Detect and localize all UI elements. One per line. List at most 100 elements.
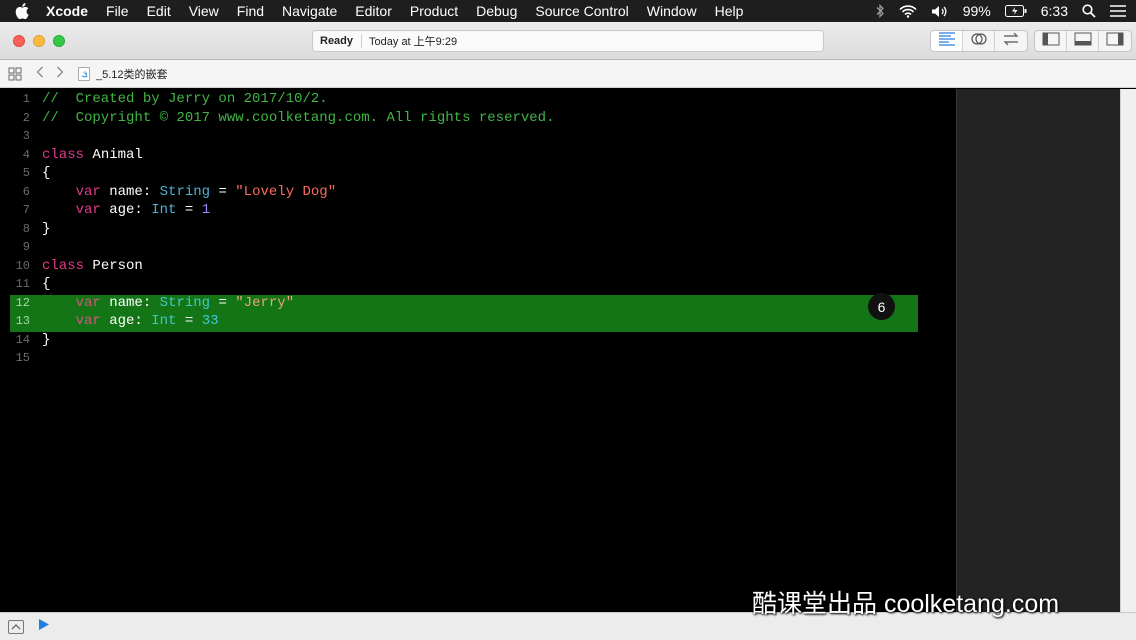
file-name: _5.12类的嵌套 [96, 68, 168, 81]
line-number: 1 [22, 92, 30, 106]
menu-window[interactable]: Window [638, 3, 706, 19]
code-line[interactable]: 2 // Copyright © 2017 www.coolketang.com.… [0, 109, 956, 128]
code-token: var [75, 183, 101, 200]
status-area: 99% 6:33 [875, 0, 1126, 22]
zoom-window-button[interactable] [53, 35, 65, 47]
code-token: "Lovely Dog" [235, 183, 337, 200]
back-arrow-icon[interactable] [36, 66, 44, 81]
line-number: 4 [22, 147, 30, 162]
code-token: class [42, 257, 85, 274]
code-text: // Copyright © 2017 www.coolketang.com. … [42, 109, 554, 128]
menu-find[interactable]: Find [228, 3, 273, 19]
menu-debug[interactable]: Debug [467, 3, 526, 19]
code-line[interactable]: 9 [0, 238, 956, 257]
activity-viewer: Ready Today at 上午9:29 [312, 30, 824, 52]
code-line[interactable]: 3 [0, 127, 956, 146]
line-number: 3 [22, 129, 30, 143]
utilities-panel-icon [1106, 32, 1124, 51]
step-badge: 6 [868, 293, 895, 320]
code-line[interactable]: 13 var age: Int = 33 [0, 312, 956, 331]
menu-help[interactable]: Help [706, 3, 753, 19]
code-editor[interactable]: 1 // Created by Jerry on 2017/10/2. 2 // Co… [0, 89, 956, 612]
clock[interactable]: 6:33 [1041, 3, 1068, 19]
line-number: 5 [22, 166, 30, 180]
code-token: { [42, 276, 51, 292]
code-token: String [159, 294, 211, 311]
code-line[interactable]: 11 { [0, 275, 956, 294]
menu-edit[interactable]: Edit [138, 3, 180, 19]
editor-mode-group [930, 30, 1028, 52]
code-token: class [42, 146, 85, 163]
code-token: 1 [201, 202, 211, 218]
line-number: 9 [22, 240, 30, 254]
code-line[interactable]: 10 class Person [0, 257, 956, 276]
code-token: = [176, 313, 202, 329]
divider [361, 34, 363, 48]
jump-bar: _5.12类的嵌套 [0, 60, 1136, 88]
menu-bar: Xcode File Edit View Find Navigate Edito… [0, 0, 1136, 22]
forward-arrow-icon[interactable] [56, 66, 64, 81]
code-token: 33 [201, 313, 219, 329]
code-token: = [210, 183, 236, 200]
toggle-navigator-button[interactable] [1035, 31, 1067, 51]
code-text: class Animal [42, 146, 143, 165]
right-side-panel [956, 89, 1120, 612]
code-token: } [42, 331, 51, 348]
list-icon[interactable] [1110, 5, 1126, 17]
line-number: 6 [22, 184, 30, 199]
code-token: // Created by Jerry on 2017/10/2. [42, 91, 328, 107]
scrollbar[interactable] [1120, 89, 1136, 612]
version-editor-button[interactable] [995, 31, 1027, 51]
code-token: "Jerry" [235, 294, 295, 311]
close-window-button[interactable] [13, 35, 25, 47]
assistant-editor-button[interactable] [963, 31, 995, 51]
menu-view[interactable]: View [180, 3, 228, 19]
menu-file[interactable]: File [97, 3, 138, 19]
play-icon[interactable] [38, 618, 50, 636]
status-ready: Ready [320, 35, 354, 47]
related-items-icon[interactable] [8, 67, 22, 81]
jump-bar-file[interactable]: _5.12类的嵌套 [78, 66, 168, 82]
code-token: { [42, 165, 51, 181]
code-line[interactable]: 15 [0, 349, 956, 368]
wifi-icon[interactable] [899, 4, 917, 18]
apple-menu-icon[interactable] [0, 3, 44, 19]
menu-product[interactable]: Product [401, 3, 467, 19]
battery-icon[interactable] [1004, 5, 1027, 17]
code-token: } [42, 220, 51, 237]
code-line[interactable]: 4 class Animal [0, 146, 956, 165]
code-text: var name: String = "Jerry" [42, 294, 294, 313]
code-line[interactable]: 5{ [0, 164, 956, 183]
menu-navigate[interactable]: Navigate [273, 3, 346, 19]
menu-source-control[interactable]: Source Control [526, 3, 637, 19]
bluetooth-icon[interactable] [875, 4, 885, 18]
menu-app-name[interactable]: Xcode [44, 3, 97, 19]
hide-debug-area-button[interactable] [8, 619, 24, 634]
code-token: String [159, 183, 211, 200]
toggle-debug-area-button[interactable] [1067, 31, 1099, 51]
history-nav [36, 66, 64, 81]
line-number: 12 [15, 295, 30, 310]
status-time: Today at 上午9:29 [369, 36, 458, 48]
code-line[interactable]: 14} [0, 331, 956, 350]
code-line[interactable]: 7 var age: Int = 1 [0, 201, 956, 220]
toggle-utilities-button[interactable] [1099, 31, 1131, 51]
battery-percent: 99% [962, 3, 991, 19]
window-controls [13, 35, 65, 47]
standard-editor-button[interactable] [931, 31, 963, 51]
code-text: var age: Int = 33 [42, 312, 219, 331]
code-line[interactable]: 1 // Created by Jerry on 2017/10/2. [0, 90, 956, 109]
minimize-window-button[interactable] [33, 35, 45, 47]
code-line[interactable]: 6 var name: String = "Lovely Dog" [0, 183, 956, 202]
line-number: 7 [22, 203, 30, 217]
code-token: = [210, 294, 236, 311]
code-line[interactable]: 8} [0, 220, 956, 239]
menu-editor[interactable]: Editor [346, 3, 401, 19]
navigator-panel-icon [1042, 32, 1060, 51]
search-icon[interactable] [1082, 4, 1096, 18]
code-line[interactable]: 12 var name: String = "Jerry" [0, 294, 956, 313]
volume-icon[interactable] [931, 5, 949, 18]
